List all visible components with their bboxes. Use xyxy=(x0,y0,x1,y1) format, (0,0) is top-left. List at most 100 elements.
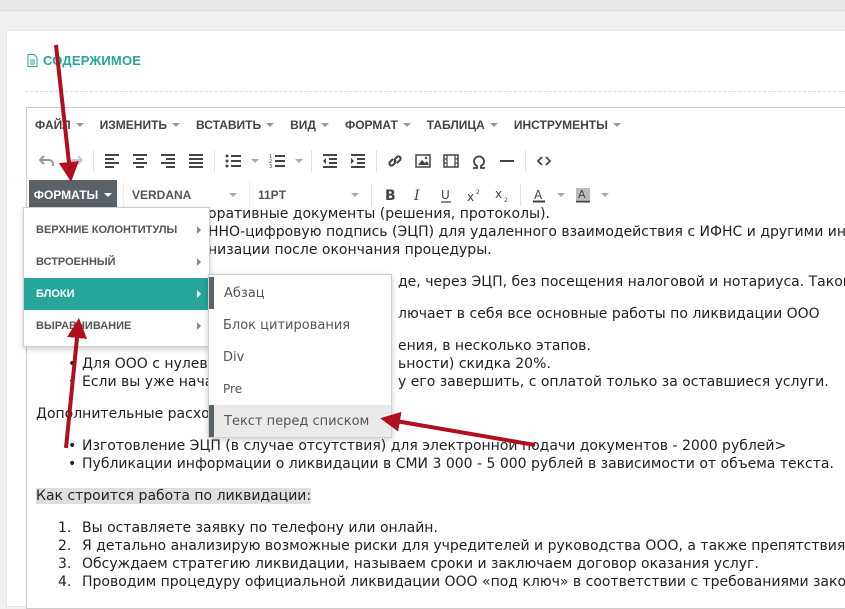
text-line: Дополнительные расход xyxy=(36,406,220,422)
bullet-list-button[interactable] xyxy=(219,148,247,174)
highlight-color-icon: A xyxy=(576,188,590,203)
svg-text:2: 2 xyxy=(476,189,480,196)
chevron-down-icon xyxy=(489,123,498,127)
chevron-right-icon xyxy=(197,290,201,298)
text-line: оративные документы (решения, протоколы)… xyxy=(208,206,551,222)
numbered-list-button[interactable]: 123 xyxy=(263,148,291,174)
underline-button[interactable]: U xyxy=(432,182,460,208)
align-justify-button[interactable] xyxy=(182,148,210,174)
bold-button[interactable]: B xyxy=(376,182,404,208)
align-right-icon xyxy=(161,154,175,168)
text-line: низации после окончания процедуры. xyxy=(208,242,492,258)
formats-menu-inline[interactable]: ВСТРОЕННЫЙ xyxy=(24,246,209,278)
numbered-list-icon: 123 xyxy=(269,154,285,169)
list-item: Публикации информации о ликвидации в СМИ… xyxy=(68,456,834,472)
horizontal-rule-button[interactable] xyxy=(493,148,521,174)
block-paragraph[interactable]: Абзац xyxy=(209,277,391,309)
svg-text:A: A xyxy=(534,188,543,202)
text-line: ьности) скидка 20%. xyxy=(398,356,551,372)
chevron-down-icon[interactable] xyxy=(557,193,565,197)
text-line: ения, в несколько этапов. xyxy=(398,338,591,354)
chevron-down-icon xyxy=(172,123,181,127)
link-button[interactable] xyxy=(381,148,409,174)
formats-menu-alignment[interactable]: ВЫРАВНИВАНИЕ xyxy=(24,310,209,342)
italic-button[interactable]: I xyxy=(404,182,432,208)
undo-button[interactable] xyxy=(33,148,61,174)
outdent-icon xyxy=(323,154,337,168)
chevron-down-icon[interactable] xyxy=(251,159,259,163)
separator xyxy=(311,150,312,172)
svg-text:A: A xyxy=(578,188,586,201)
redo-icon xyxy=(68,155,83,166)
align-right-button[interactable] xyxy=(154,148,182,174)
subscript-icon: x2 xyxy=(495,187,508,203)
menu-insert[interactable]: ВСТАВИТЬ xyxy=(196,118,275,132)
separator xyxy=(525,150,526,172)
separator xyxy=(214,150,215,172)
chevron-down-icon[interactable] xyxy=(295,159,303,163)
chevron-down-icon[interactable] xyxy=(601,193,609,197)
ordered-item-number: 4. xyxy=(58,574,72,590)
formats-dropdown-button[interactable]: ФОРМАТЫ xyxy=(29,180,117,210)
list-item: Если вы уже начал xyxy=(68,374,222,390)
subscript-button[interactable]: x2 xyxy=(488,182,516,208)
chevron-down-icon xyxy=(351,193,359,197)
chevron-right-icon xyxy=(197,226,201,234)
chevron-down-icon xyxy=(266,123,275,127)
menu-file[interactable]: ФАЙЛ xyxy=(35,118,84,132)
media-button[interactable] xyxy=(437,148,465,174)
menu-edit[interactable]: ИЗМЕНИТЬ xyxy=(100,118,181,132)
ordered-item: Вы оставляете заявку по телефону или онл… xyxy=(82,520,438,536)
undo-icon xyxy=(39,155,54,166)
redo-button[interactable] xyxy=(61,148,89,174)
block-text-before-list[interactable]: Текст перед списком xyxy=(209,405,391,437)
font-size-select[interactable]: 11PT xyxy=(249,181,367,209)
font-family-select[interactable]: VERDANA xyxy=(123,181,245,209)
top-bar xyxy=(0,0,845,11)
separator xyxy=(371,184,372,206)
bullet-list-icon xyxy=(225,154,241,168)
special-char-button[interactable] xyxy=(465,148,493,174)
outdent-button[interactable] xyxy=(316,148,344,174)
chevron-down-icon xyxy=(75,123,84,127)
menubar: ФАЙЛ ИЗМЕНИТЬ ВСТАВИТЬ ВИД ФОРМАТ ТАБЛИЦ… xyxy=(27,108,845,142)
formats-menu-headers[interactable]: ВЕРХНИЕ КОЛОНТИТУЛЫ xyxy=(24,214,209,246)
align-center-button[interactable] xyxy=(126,148,154,174)
align-center-icon xyxy=(133,154,147,168)
horizontal-rule-icon xyxy=(500,160,514,162)
svg-text:3: 3 xyxy=(269,164,272,169)
document-icon xyxy=(27,54,38,67)
ordered-item: Я детально анализирую возможные риски дл… xyxy=(82,538,845,554)
text-color-icon: A xyxy=(533,188,545,203)
toolbar-primary: 123 xyxy=(27,144,845,178)
chevron-right-icon xyxy=(197,258,201,266)
divider xyxy=(25,91,845,92)
menu-tools[interactable]: ИНСТРУМЕНТЫ xyxy=(514,118,621,132)
background-color-button[interactable]: A xyxy=(569,182,597,208)
svg-text:x: x xyxy=(467,190,474,203)
block-blockquote[interactable]: Блок цитирования xyxy=(209,309,391,341)
rich-text-editor[interactable]: ФАЙЛ ИЗМЕНИТЬ ВСТАВИТЬ ВИД ФОРМАТ ТАБЛИЦ… xyxy=(26,107,845,609)
align-justify-icon xyxy=(189,154,203,168)
menu-format[interactable]: ФОРМАТ xyxy=(345,118,411,132)
text-color-button[interactable]: A xyxy=(525,182,553,208)
indent-button[interactable] xyxy=(344,148,372,174)
text-line: ННО-цифровую подпись (ЭЦП) для удаленног… xyxy=(208,224,845,240)
image-icon xyxy=(415,154,431,168)
link-icon xyxy=(388,155,402,167)
image-button[interactable] xyxy=(409,148,437,174)
block-div[interactable]: Div xyxy=(209,341,391,373)
chevron-down-icon xyxy=(402,123,411,127)
menu-table[interactable]: ТАБЛИЦА xyxy=(427,118,498,132)
ordered-item: Обсуждаем стратегию ликвидации, называем… xyxy=(82,556,759,572)
formats-menu: ВЕРХНИЕ КОЛОНТИТУЛЫ ВСТРОЕННЫЙ БЛОКИ ВЫР… xyxy=(23,207,210,347)
formats-menu-blocks[interactable]: БЛОКИ xyxy=(24,278,209,310)
chevron-down-icon xyxy=(320,123,329,127)
code-button[interactable] xyxy=(530,148,558,174)
block-pre[interactable]: Pre xyxy=(209,373,391,405)
menu-view[interactable]: ВИД xyxy=(290,118,329,132)
ordered-item-number: 3. xyxy=(58,556,72,572)
superscript-button[interactable]: x2 xyxy=(460,182,488,208)
align-left-button[interactable] xyxy=(98,148,126,174)
superscript-icon: x2 xyxy=(467,189,480,203)
